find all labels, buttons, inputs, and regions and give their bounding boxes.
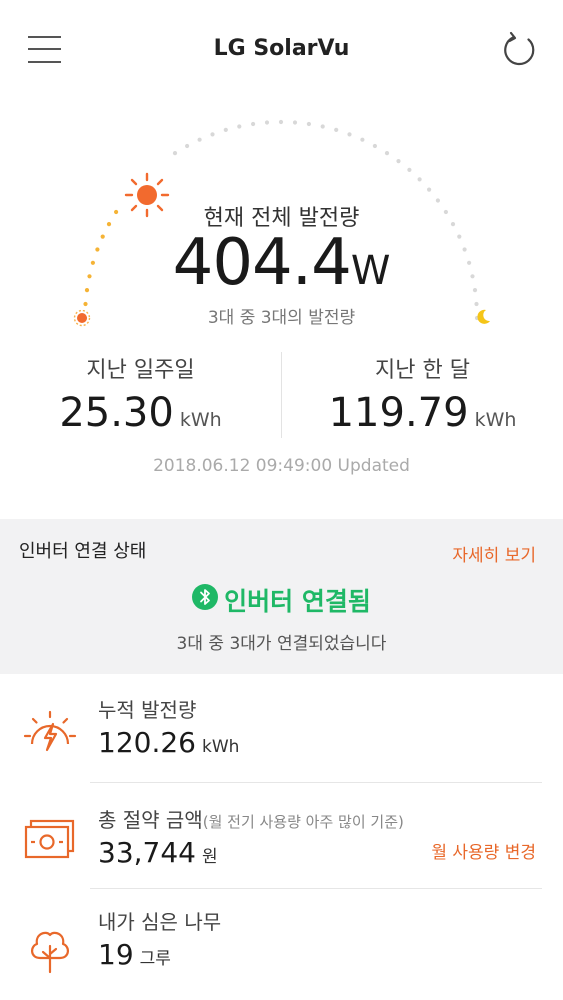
total-savings-title: 총 절약 금액 [98,808,203,832]
total-savings-number: 33,744 [98,836,196,869]
last-month-stat: 지난 한 달 119.79 kWh [282,352,563,436]
updated-timestamp: 2018.06.12 09:49:00 Updated [153,456,410,476]
arc-dot [417,177,422,182]
change-monthly-usage-link[interactable]: 월 사용량 변경 [431,838,536,863]
tree-icon [22,920,78,976]
arc-dot [210,132,215,137]
arc-dot [223,127,228,132]
last-month-unit: kWh [474,409,517,431]
current-generation-subtext: 3대 중 3대의 발전량 [207,308,356,328]
last-week-number: 25.30 [59,390,174,436]
arc-dot [237,124,242,129]
inverter-status-text: 인버터 연결됨 [224,587,371,616]
current-power-number: 404.4 [172,226,352,300]
cumulative-generation-number: 120.26 [98,726,196,759]
last-week-stat: 지난 일주일 25.30 kWh [0,352,281,436]
last-month-label: 지난 한 달 [375,358,470,383]
current-generation-panel: 현재 전체 발전량 404.4W 3대 중 3대의 발전량 지난 일주일 25.… [0,100,563,520]
last-week-value: 25.30 kWh [0,390,281,436]
arc-dot [347,132,352,137]
trees-planted-value: 19 그루 [98,938,171,971]
arc-dot [407,167,412,172]
list-divider [90,888,542,889]
arc-dot [306,121,311,127]
trees-planted-number: 19 [98,938,134,971]
bluetooth-icon [192,584,219,610]
arc-dot [384,151,390,156]
total-savings-note: (월 전기 사용량 아주 많이 기준) [202,813,404,831]
total-savings-row: 총 절약 금액(월 전기 사용량 아주 많이 기준) 33,744 원 월 사용량… [0,786,563,898]
arc-dot [334,127,339,132]
arc-dot [278,119,284,125]
cumulative-generation-unit: kWh [201,737,240,757]
inverter-status-subtext: 3대 중 3대가 연결되었습니다 [176,634,387,654]
app-title: LG SolarVu [213,36,350,61]
money-icon [22,812,78,868]
inverter-connected-status: 인버터 연결됨 [0,582,563,618]
view-details-link[interactable]: 자세히 보기 [452,541,536,566]
last-month-number: 119.79 [328,390,469,436]
last-week-label: 지난 일주일 [86,358,195,383]
app-header: LG SolarVu [0,0,563,100]
trees-planted-unit: 그루 [139,949,171,969]
current-generation-value: 404.4W [0,226,563,300]
sun-bolt-icon [22,704,78,760]
trees-planted-label: 내가 심은 나무 [98,910,222,934]
cumulative-generation-label: 누적 발전량 [98,698,197,722]
trees-planted-row: 내가 심은 나무 19 그루 [0,890,563,1000]
cumulative-generation-row: 누적 발전량 120.26 kWh [0,674,563,786]
last-month-value: 119.79 kWh [282,390,563,436]
arc-dot [264,120,270,125]
arc-dot [396,159,401,164]
arc-dot [292,120,298,125]
arc-dot [427,187,432,192]
list-divider [90,782,542,783]
refresh-icon[interactable] [500,30,538,68]
last-week-unit: kWh [179,409,222,431]
total-savings-value: 33,744 원 [98,836,218,869]
arc-dot [197,137,202,142]
arc-dot [360,137,365,142]
cumulative-generation-value: 120.26 kWh [98,726,239,759]
total-savings-unit: 원 [201,847,218,867]
total-savings-label: 총 절약 금액(월 전기 사용량 아주 많이 기준) [98,804,404,833]
arc-dot [320,124,325,129]
arc-dot [251,121,256,127]
arc-dot [372,143,377,149]
current-power-unit: W [350,248,391,294]
arc-dot [172,151,178,156]
inverter-status-title: 인버터 연결 상태 [19,541,147,562]
arc-dot [185,143,190,149]
inverter-status-panel: 인버터 연결 상태 자세히 보기 인버터 연결됨 3대 중 3대가 연결되었습니… [0,519,563,674]
